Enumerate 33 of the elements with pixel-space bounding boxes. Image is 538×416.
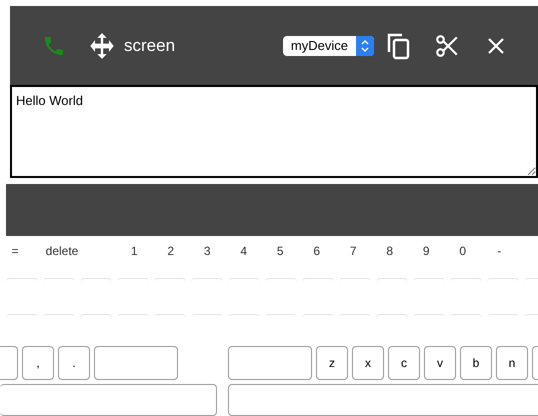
keyboard-key[interactable]: , [22,346,54,380]
keyboard-key-label[interactable]: 7 [335,242,372,260]
keyboard-key-label[interactable]: delete [28,242,96,260]
keyboard-key[interactable] [228,346,312,380]
keyboard-key-label[interactable]: 0 [444,242,481,260]
device-select[interactable]: myDevice [282,36,374,56]
move-icon[interactable] [88,32,116,60]
text-area[interactable]: Hello World [10,85,538,178]
keyboard-key-label[interactable]: 4 [226,242,262,260]
space-key[interactable] [228,384,538,416]
toolbar-title: screen [124,34,176,57]
keyboard-key[interactable]: z [316,346,348,380]
scissors-icon[interactable] [434,32,460,58]
keyboard-key-label[interactable]: = [2,242,28,260]
keyboard-key-label[interactable]: 5 [262,242,298,260]
space-key[interactable] [0,384,217,416]
close-icon[interactable] [486,36,506,56]
keyboard-key-label[interactable]: 3 [189,242,226,260]
keyboard-key-label[interactable]: - [481,242,518,260]
chevron-updown-icon [360,38,370,52]
keyboard-key[interactable]: . [58,346,90,380]
keyboard-key[interactable]: b [460,346,492,380]
keyboard-key-label[interactable]: 9 [408,242,444,260]
keyboard-key-label[interactable]: 6 [298,242,335,260]
keyboard-key[interactable]: x [352,346,384,380]
keyboard-key-label[interactable]: 8 [372,242,408,260]
keyboard-key[interactable]: n [496,346,528,380]
keyboard-key[interactable] [94,346,178,380]
keyboard-key[interactable]: v [424,346,456,380]
keyboard-key-label[interactable]: 2 [152,242,189,260]
copy-icon[interactable] [386,32,412,60]
keyboard-key[interactable]: c [388,346,420,380]
keyboard-key-label[interactable]: 1 [116,242,152,260]
